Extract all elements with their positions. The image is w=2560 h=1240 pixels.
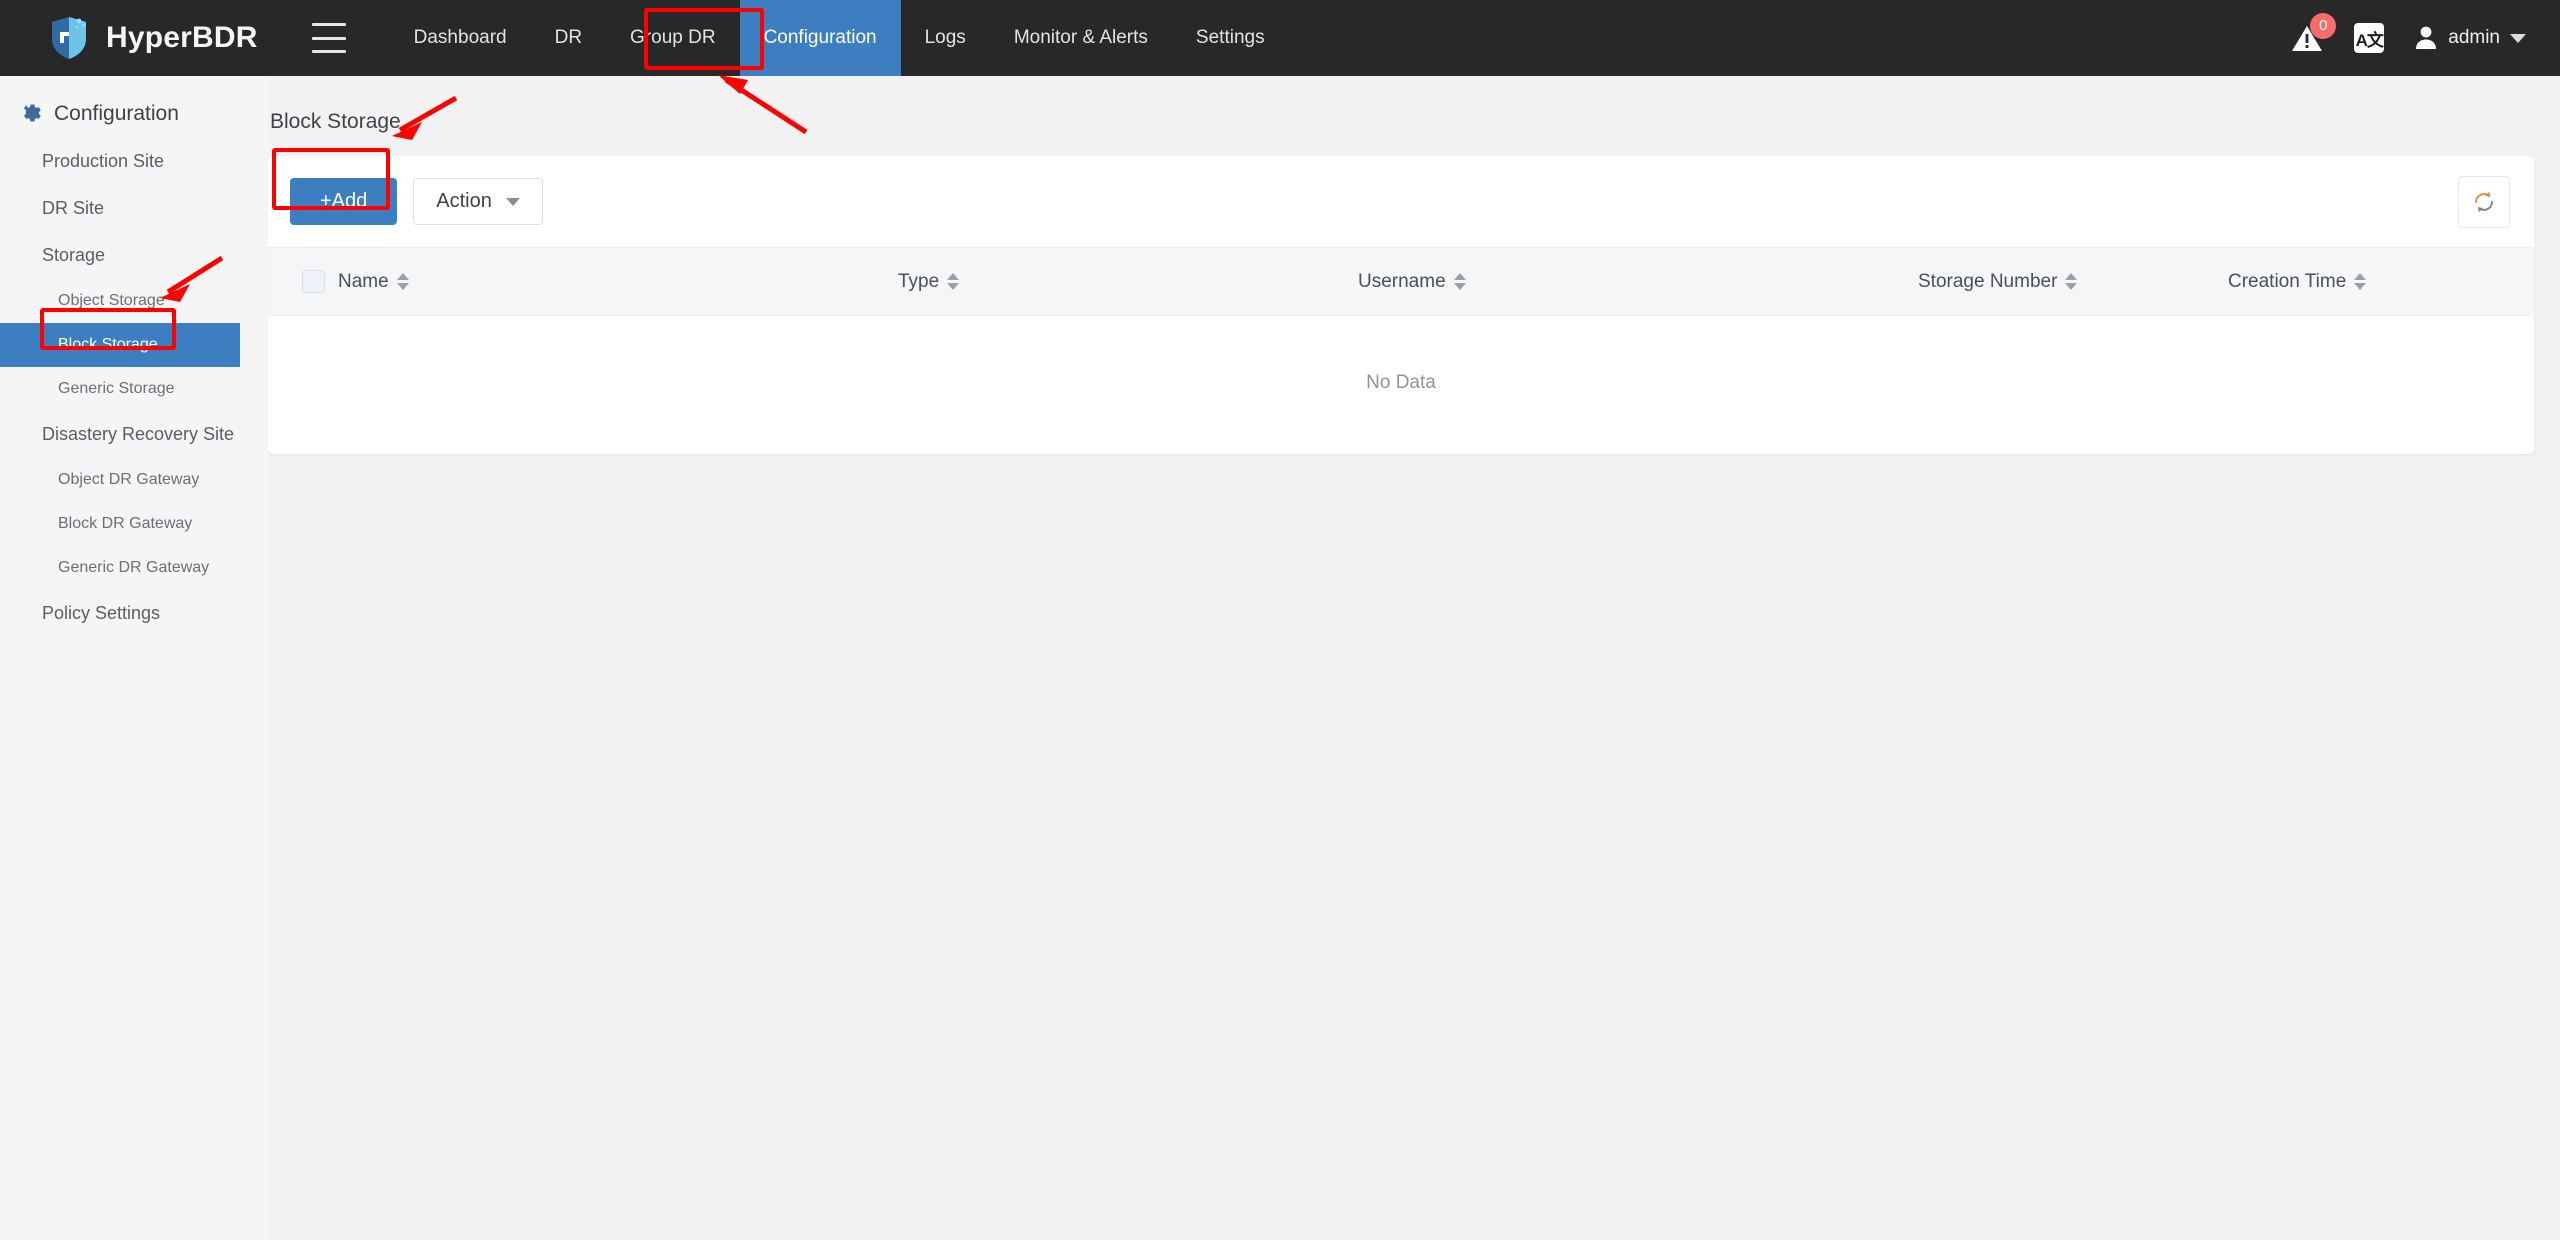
sidebar-item-object-dr-gateway[interactable]: Object DR Gateway [0,458,268,502]
sidebar-heading: Configuration [0,90,268,138]
user-menu[interactable]: admin [2414,25,2526,51]
empty-state-text: No Data [1366,372,1436,393]
table-empty-row: No Data [268,316,2534,455]
sidebar-item-block-dr-gateway[interactable]: Block DR Gateway [0,502,268,546]
column-label-storage-number: Storage Number [1918,270,2058,292]
alert-count-badge: 0 [2310,13,2337,39]
sort-icon[interactable] [947,273,960,290]
chevron-down-icon [2510,33,2526,43]
nav-item-monitor-alerts[interactable]: Monitor & Alerts [990,0,1172,76]
column-header-creation-time[interactable]: Creation Time [2228,247,2534,316]
column-label-username: Username [1358,270,1446,292]
table-toolbar: +Add Action [268,156,2534,247]
main-nav: Dashboard DR Group DR Configuration Logs… [390,0,1289,76]
brand-name: HyperBDR [106,21,258,54]
nav-item-dashboard[interactable]: Dashboard [390,0,531,76]
sidebar-item-generic-storage[interactable]: Generic Storage [0,367,268,411]
top-navigation-bar: HyperBDR Dashboard DR Group DR Configura… [0,0,2560,76]
language-switch-icon[interactable]: A文 [2354,23,2385,53]
column-label-type: Type [898,270,940,292]
column-header-username[interactable]: Username [1358,247,1918,316]
sort-icon[interactable] [1453,273,1466,290]
column-header-storage-number[interactable]: Storage Number [1918,247,2228,316]
nav-item-group-dr[interactable]: Group DR [606,0,740,76]
select-all-header [268,247,338,316]
app-window: HyperBDR Dashboard DR Group DR Configura… [0,0,2560,1240]
user-avatar-icon [2416,26,2437,49]
sort-icon[interactable] [2065,273,2078,290]
top-right-actions: 0 A文 admin [2290,0,2526,76]
sort-icon[interactable] [396,273,409,290]
block-storage-card: +Add Action Name Type Username Storage N… [268,156,2534,454]
sidebar-item-block-storage[interactable]: Block Storage [0,323,240,367]
main-content: Block Storage +Add Action Name Type User… [268,76,2560,1240]
table-body: No Data [268,316,2534,455]
sidebar-item-storage[interactable]: Storage [0,232,268,279]
select-all-checkbox[interactable] [302,270,325,293]
chevron-down-icon [505,197,520,206]
column-label-creation-time: Creation Time [2228,270,2347,292]
hyperbdr-shield-logo [48,15,90,61]
nav-item-configuration[interactable]: Configuration [739,0,901,76]
refresh-button[interactable] [2458,176,2510,228]
add-button[interactable]: +Add [290,178,398,225]
brand[interactable]: HyperBDR [48,0,258,76]
action-dropdown-button[interactable]: Action [413,178,543,225]
sidebar-item-generic-dr-gateway[interactable]: Generic DR Gateway [0,546,268,590]
nav-item-dr[interactable]: DR [531,0,606,76]
user-name-label: admin [2448,27,2500,48]
block-storage-table: Name Type Username Storage Number Creati… [268,247,2534,454]
sidebar: Configuration Production Site DR Site St… [0,76,268,1240]
column-label-name: Name [338,270,389,292]
table-header-row: Name Type Username Storage Number Creati… [268,247,2534,316]
sort-icon[interactable] [2354,273,2367,290]
sidebar-item-dr-site[interactable]: DR Site [0,185,268,232]
sidebar-item-policy-settings[interactable]: Policy Settings [0,590,268,637]
alerts-button[interactable]: 0 [2290,13,2337,55]
column-header-type[interactable]: Type [898,247,1358,316]
hamburger-icon[interactable] [311,23,346,53]
sidebar-item-disastery-recovery-site[interactable]: Disastery Recovery Site [0,411,268,458]
sidebar-item-production-site[interactable]: Production Site [0,138,268,185]
page-title: Block Storage [270,110,401,133]
sidebar-heading-label: Configuration [54,102,179,125]
action-dropdown-label: Action [436,190,492,212]
refresh-icon [2475,191,2493,213]
sidebar-item-object-storage[interactable]: Object Storage [0,279,268,323]
table-header: Name Type Username Storage Number Creati… [268,247,2534,316]
gear-icon [18,102,42,126]
nav-item-logs[interactable]: Logs [901,0,990,76]
nav-item-settings[interactable]: Settings [1172,0,1289,76]
column-header-name[interactable]: Name [338,247,898,316]
